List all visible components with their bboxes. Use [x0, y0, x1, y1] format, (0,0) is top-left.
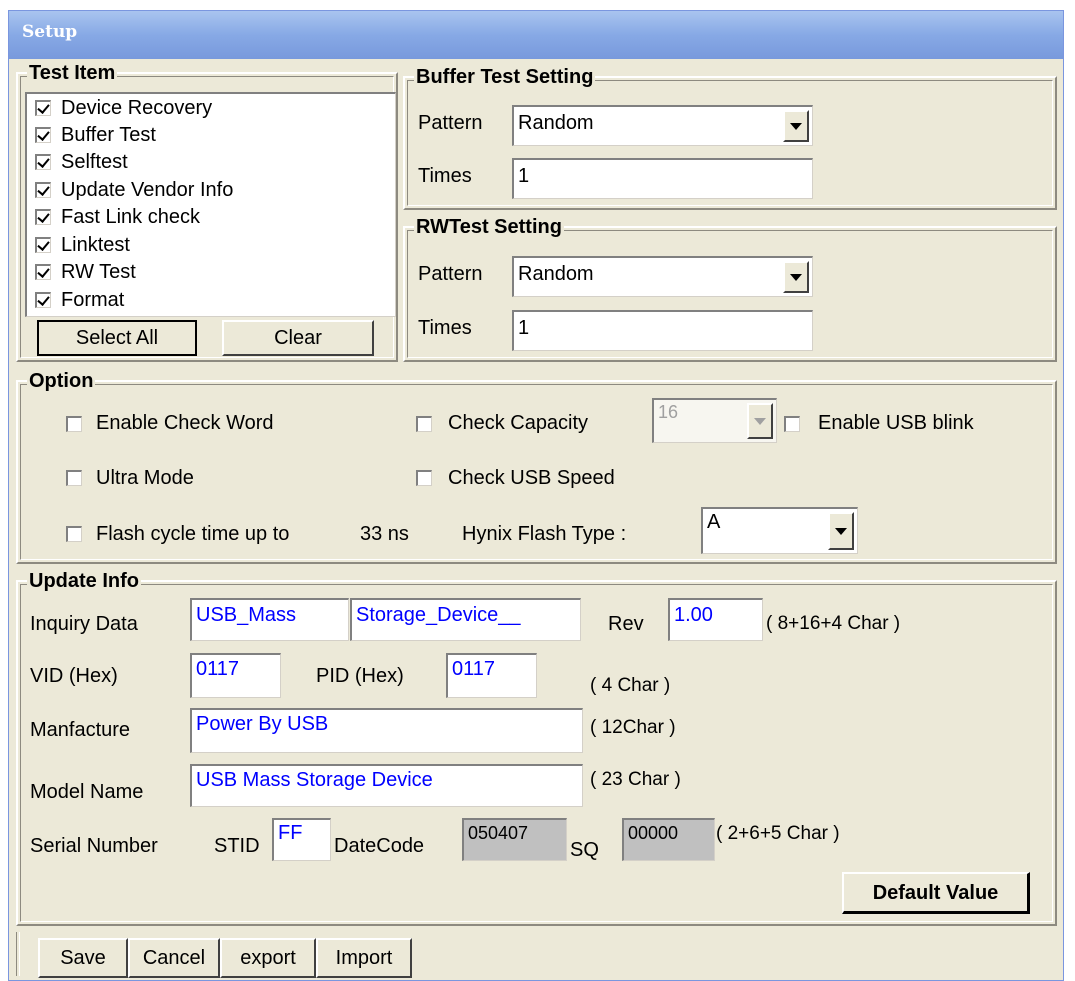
manufacture-label: Manfacture [30, 719, 131, 741]
model-name-label: Model Name [30, 781, 144, 803]
vidpid-hint: ( 4 Char ) [590, 675, 671, 696]
capacity-select: 16 [652, 398, 777, 443]
inquiry-product-input[interactable]: Storage_Device__ [350, 598, 581, 641]
manufacture-hint: ( 12Char ) [590, 717, 676, 738]
flash-cycle-value: 33 ns [360, 523, 409, 545]
manufacture-input[interactable]: Power By USB [190, 708, 583, 753]
check-capacity-label: Check Capacity [448, 412, 589, 434]
buffer-times-input[interactable]: 1 [512, 158, 813, 199]
inquiry-data-label: Inquiry Data [30, 613, 138, 635]
clear-button[interactable]: Clear [222, 320, 374, 356]
window-title: Setup [22, 22, 78, 42]
chevron-down-icon[interactable] [783, 261, 809, 293]
cancel-button[interactable]: Cancel [128, 938, 220, 978]
test-item-list[interactable]: Device Recovery Buffer Test Selftest Upd… [25, 92, 396, 317]
stid-input[interactable]: FF [272, 818, 331, 861]
buffer-test-legend: Buffer Test Setting [414, 66, 596, 88]
checkbox[interactable] [35, 264, 51, 280]
rev-input[interactable]: 1.00 [668, 598, 763, 641]
inquiry-hint: ( 8+16+4 Char ) [766, 613, 901, 634]
rw-test-legend: RWTest Setting [414, 216, 564, 238]
check-usb-speed-checkbox[interactable] [416, 470, 432, 486]
hynix-flash-type-label: Hynix Flash Type : [462, 523, 627, 545]
datecode-input: 050407 [462, 818, 567, 861]
rw-pattern-select[interactable]: Random [512, 256, 813, 297]
inquiry-vendor-input[interactable]: USB_Mass [190, 598, 349, 641]
pid-input[interactable]: 0117 [446, 653, 537, 698]
model-name-hint: ( 23 Char ) [590, 769, 681, 790]
pid-label: PID (Hex) [316, 665, 404, 687]
datecode-label: DateCode [334, 835, 425, 857]
checkbox[interactable] [35, 209, 51, 225]
sq-label: SQ [570, 839, 599, 861]
ultra-mode-label: Ultra Mode [96, 467, 194, 489]
vid-input[interactable]: 0117 [190, 653, 281, 698]
rw-pattern-label: Pattern [418, 263, 483, 285]
rev-label: Rev [608, 613, 644, 635]
flash-cycle-label: Flash cycle time up to [96, 523, 290, 545]
checkbox[interactable] [35, 100, 51, 116]
rw-times-label: Times [418, 317, 472, 339]
vid-label: VID (Hex) [30, 665, 118, 687]
check-capacity-checkbox[interactable] [416, 416, 432, 432]
buffer-pattern-select[interactable]: Random [512, 105, 813, 146]
rw-times-input[interactable]: 1 [512, 310, 813, 351]
chevron-down-icon[interactable] [828, 512, 854, 550]
checkbox[interactable] [35, 182, 51, 198]
buffer-times-label: Times [418, 165, 472, 187]
enable-check-word-label: Enable Check Word [96, 412, 274, 434]
import-button[interactable]: Import [316, 938, 412, 978]
buffer-pattern-label: Pattern [418, 112, 483, 134]
enable-usb-blink-label: Enable USB blink [818, 412, 974, 434]
chevron-down-icon [747, 403, 773, 439]
save-button[interactable]: Save [38, 938, 128, 978]
enable-check-word-checkbox[interactable] [66, 416, 82, 432]
update-info-legend: Update Info [27, 570, 141, 592]
chevron-down-icon[interactable] [783, 110, 809, 142]
checkbox[interactable] [35, 292, 51, 308]
toolbar-grip [16, 932, 20, 976]
option-legend: Option [27, 370, 96, 392]
export-button[interactable]: export [220, 938, 316, 978]
flash-cycle-checkbox[interactable] [66, 526, 82, 542]
check-usb-speed-label: Check USB Speed [448, 467, 615, 489]
serial-hint: ( 2+6+5 Char ) [716, 823, 840, 844]
checkbox[interactable] [35, 154, 51, 170]
title-bar[interactable] [9, 11, 1063, 59]
sq-input: 00000 [622, 818, 715, 861]
default-value-button[interactable]: Default Value [842, 872, 1030, 914]
ultra-mode-checkbox[interactable] [66, 470, 82, 486]
test-item-legend: Test Item [27, 62, 118, 84]
checkbox[interactable] [35, 237, 51, 253]
checkbox[interactable] [35, 127, 51, 143]
enable-usb-blink-checkbox[interactable] [784, 416, 800, 432]
hynix-flash-type-select[interactable]: A [701, 507, 858, 554]
select-all-button[interactable]: Select All [37, 320, 197, 356]
stid-label: STID [214, 835, 260, 857]
serial-number-label: Serial Number [30, 835, 158, 857]
model-name-input[interactable]: USB Mass Storage Device [190, 764, 583, 807]
